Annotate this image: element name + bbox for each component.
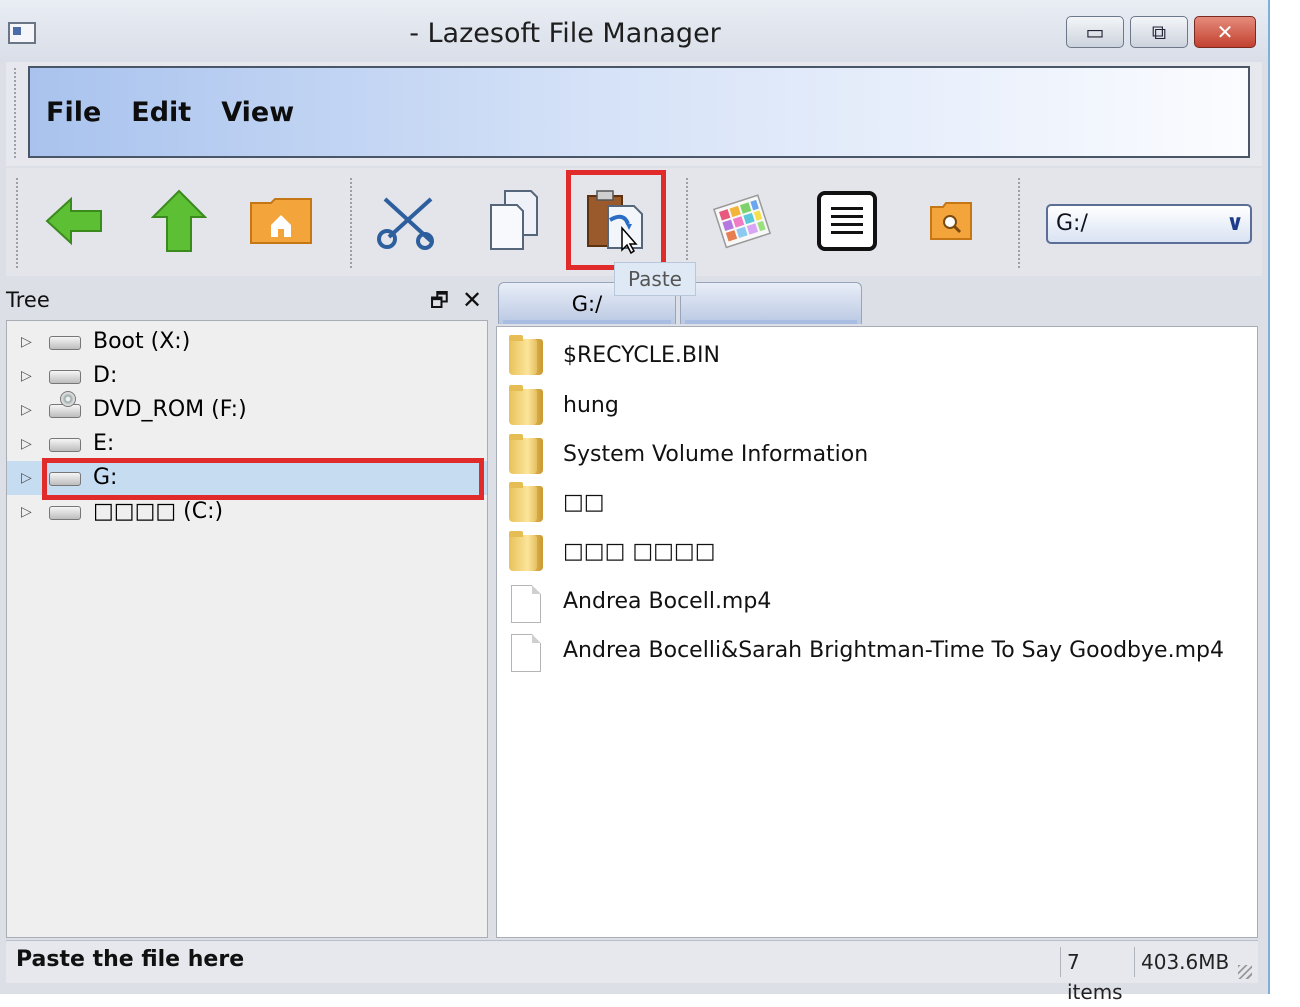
close-icon: ✕ — [1216, 20, 1234, 44]
list-item[interactable]: □□□ □□□□ — [497, 529, 1257, 575]
tab-indicator — [685, 320, 857, 324]
expand-arrow-icon[interactable]: ▷ — [21, 325, 32, 359]
hard-drive-icon — [49, 438, 81, 452]
tree-item-e[interactable]: ▷ E: — [7, 427, 487, 461]
color-palette-icon — [713, 194, 772, 249]
folder-icon — [509, 335, 543, 375]
toolbar-grip-3[interactable] — [686, 178, 692, 268]
tree-item-dvd[interactable]: ▷ DVD_ROM (F:) — [7, 391, 487, 427]
paste-highlight-box — [566, 170, 666, 270]
expand-arrow-icon[interactable]: ▷ — [21, 461, 32, 495]
file-name: □□□ □□□□ — [563, 539, 716, 564]
file-list: $RECYCLE.BIN hung System Volume Informat… — [496, 326, 1258, 938]
hard-drive-icon — [49, 336, 81, 350]
copy-button[interactable] — [478, 186, 548, 256]
menu-bar: File Edit View — [28, 66, 1250, 158]
scissors-icon — [377, 197, 434, 250]
menu-area: File Edit View — [6, 62, 1262, 166]
document-icon — [511, 634, 541, 672]
file-name: □□ — [563, 490, 605, 515]
chevron-down-icon[interactable]: ∨ — [1226, 206, 1244, 242]
maximize-button[interactable]: ⧉ — [1130, 16, 1188, 48]
menu-grip[interactable] — [14, 68, 20, 158]
maximize-icon: ⧉ — [1151, 20, 1167, 44]
cut-button[interactable] — [372, 186, 442, 256]
tree-item-d[interactable]: ▷ D: — [7, 359, 487, 393]
menu-file[interactable]: File — [46, 97, 101, 128]
list-item[interactable]: hung — [497, 383, 1257, 429]
folder-icon — [509, 385, 543, 425]
file-name: $RECYCLE.BIN — [563, 343, 720, 368]
file-name: Andrea Bocelli&Sarah Brightman-Time To S… — [563, 638, 1224, 663]
dvd-drive-icon — [49, 391, 81, 418]
close-panel-icon[interactable]: ✕ — [462, 282, 482, 318]
search-folder-button[interactable] — [916, 186, 986, 256]
list-view-button[interactable] — [812, 186, 882, 256]
window-title: - Lazesoft File Manager — [409, 18, 721, 49]
tree-item-label: Boot (X:) — [93, 329, 191, 354]
toolbar-grip-2[interactable] — [350, 178, 356, 268]
path-combo-value: G:/ — [1056, 211, 1088, 236]
selected-drive-highlight-box — [42, 458, 484, 500]
up-button[interactable] — [144, 186, 214, 256]
folder-icon — [509, 482, 543, 522]
back-button[interactable] — [40, 186, 110, 256]
expand-arrow-icon[interactable]: ▷ — [21, 393, 32, 427]
drive-tree: ▷ Boot (X:) ▷ D: ▷ DVD_ROM (F:) ▷ E: ▷ G… — [6, 320, 488, 938]
tree-item-label: D: — [93, 363, 118, 388]
folder-icon — [509, 434, 543, 474]
list-view-icon — [817, 191, 877, 251]
close-button[interactable]: ✕ — [1194, 16, 1256, 48]
file-name: Andrea Bocell.mp4 — [563, 589, 772, 614]
expand-arrow-icon[interactable]: ▷ — [21, 359, 32, 393]
tab-active-indicator — [503, 320, 671, 324]
toolbar-grip[interactable] — [16, 178, 22, 268]
toolbar-grip-4[interactable] — [1018, 178, 1024, 268]
hard-drive-icon — [49, 370, 81, 384]
status-bar: Paste the file here 7 items 403.6MB — [6, 940, 1258, 1004]
expand-arrow-icon[interactable]: ▷ — [21, 427, 32, 461]
file-name: System Volume Information — [563, 442, 869, 467]
tree-panel-header: Tree 🗗 ✕ — [6, 282, 488, 318]
menu-edit[interactable]: Edit — [131, 97, 191, 128]
resize-grip[interactable] — [1238, 965, 1252, 979]
expand-arrow-icon[interactable]: ▷ — [21, 495, 32, 529]
file-name: hung — [563, 393, 619, 418]
list-item[interactable]: Andrea Bocell.mp4 — [497, 579, 1257, 625]
status-message: Paste the file here — [16, 947, 245, 972]
home-button[interactable] — [246, 186, 316, 256]
toolbar: G:/ ∨ — [6, 168, 1262, 276]
tab-empty[interactable] — [680, 282, 862, 324]
float-panel-icon[interactable]: 🗗 — [430, 282, 449, 318]
paste-tooltip: Paste — [614, 262, 696, 296]
tree-item-boot[interactable]: ▷ Boot (X:) — [7, 325, 487, 359]
list-item[interactable]: System Volume Information — [497, 432, 1257, 478]
list-item[interactable]: Andrea Bocelli&Sarah Brightman-Time To S… — [497, 628, 1257, 674]
home-folder-icon — [250, 198, 312, 244]
minimize-button[interactable]: ▭ — [1066, 16, 1124, 48]
up-arrow-icon — [151, 189, 207, 252]
tree-item-c[interactable]: ▷ □□□□ (C:) — [7, 495, 487, 529]
minimize-icon: ▭ — [1085, 20, 1105, 44]
app-window: - Lazesoft File Manager ▭ ⧉ ✕ File Edit … — [0, 0, 1270, 1004]
tab-label: G:/ — [571, 292, 603, 316]
tree-item-label: □□□□ (C:) — [93, 499, 224, 524]
palette-button[interactable] — [708, 186, 778, 256]
list-item[interactable]: □□ — [497, 480, 1257, 526]
search-folder-icon — [930, 202, 972, 240]
back-arrow-icon — [45, 196, 102, 246]
list-item[interactable]: $RECYCLE.BIN — [497, 333, 1257, 379]
path-combo-box[interactable]: G:/ ∨ — [1046, 204, 1252, 244]
status-size: 403.6MB — [1134, 947, 1229, 977]
tree-item-label: E: — [93, 431, 115, 456]
folder-icon — [509, 531, 543, 571]
title-bar[interactable]: - Lazesoft File Manager ▭ ⧉ ✕ — [0, 0, 1268, 62]
copy-icon — [490, 190, 538, 250]
menu-view[interactable]: View — [221, 97, 294, 128]
tree-panel-title: Tree — [6, 288, 50, 312]
status-item-count: 7 items — [1060, 947, 1131, 1004]
document-icon — [511, 585, 541, 623]
hard-drive-icon — [49, 506, 81, 520]
tree-item-label: DVD_ROM (F:) — [93, 397, 247, 422]
